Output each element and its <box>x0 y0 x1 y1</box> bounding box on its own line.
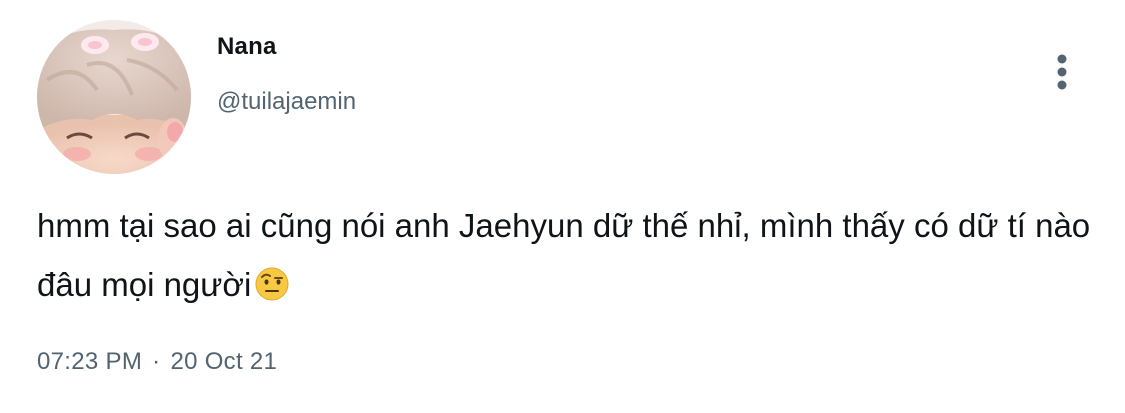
tweet-text-body: hmm tại sao ai cũng nói anh Jaehyun dữ t… <box>37 207 1091 303</box>
tweet-text: hmm tại sao ai cũng nói anh Jaehyun dữ t… <box>37 196 1097 314</box>
face-with-raised-eyebrow-icon <box>255 267 289 301</box>
tweet-timestamp[interactable]: 07:23 PM · 20 Oct 21 <box>37 348 277 376</box>
avatar-photo <box>37 20 191 174</box>
author-handle[interactable]: @tuilajaemin <box>217 88 356 116</box>
more-options-button[interactable] <box>1046 50 1078 94</box>
timestamp-separator: · <box>152 348 161 375</box>
tweet-time: 07:23 PM <box>37 348 143 375</box>
tweet-card: Nana @tuilajaemin hmm tại sao ai cũng nó… <box>0 0 1125 413</box>
avatar[interactable] <box>37 20 191 174</box>
author-display-name[interactable]: Nana <box>217 33 277 61</box>
tweet-date: 20 Oct 21 <box>170 348 278 375</box>
more-vertical-icon <box>1057 54 1067 90</box>
